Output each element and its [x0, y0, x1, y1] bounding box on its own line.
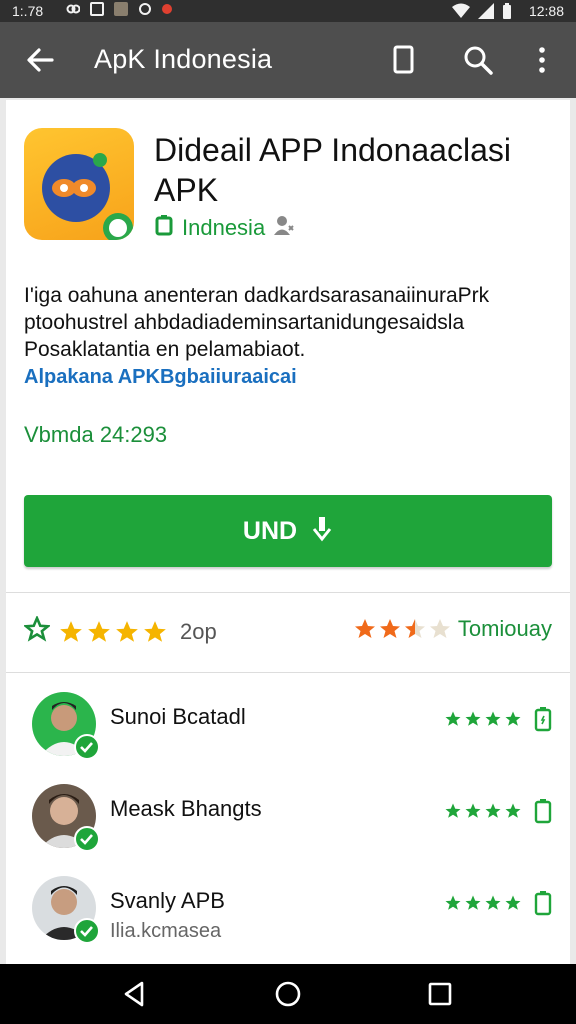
star-icon — [485, 895, 501, 910]
app-description: I'iga oahuna anenteran dadkardsarasanaii… — [24, 282, 544, 363]
rating-stars-orange — [353, 617, 452, 641]
star-icon — [445, 803, 461, 818]
divider — [6, 592, 570, 593]
rating-row: 2op Tomiouay — [22, 606, 552, 656]
star-icon — [144, 620, 166, 642]
developer-row[interactable]: Indnesia — [154, 214, 295, 241]
app-bar: ApK Indonesia — [0, 22, 576, 98]
reviewer-subtitle: Ilia.kcmasea — [110, 920, 222, 942]
review-item[interactable]: Sunoi Bcatadl — [32, 692, 552, 768]
signal-icon — [478, 3, 494, 22]
person-icon — [273, 214, 295, 241]
star-icon — [485, 711, 501, 726]
star-icon — [404, 619, 425, 638]
phone-icon — [534, 890, 552, 916]
photo-icon — [114, 2, 128, 16]
alert-dot-icon — [162, 4, 172, 14]
reviewer-name: Svanly APB — [110, 888, 225, 913]
nav-back-icon[interactable] — [118, 978, 150, 1010]
star-icon — [485, 803, 501, 818]
status-time-right: 12:88 — [528, 3, 564, 19]
verified-badge-icon — [74, 826, 100, 852]
reviewer-name: Sunoi Bcatadl — [110, 704, 246, 729]
sync-icon — [138, 2, 152, 16]
arrow-back-icon[interactable] — [22, 42, 58, 78]
app-logo-icon — [24, 128, 134, 240]
review-item[interactable]: Meask Bhangts — [32, 784, 552, 860]
star-outline-icon — [22, 614, 52, 647]
phone-icon — [534, 706, 552, 732]
status-time-left: 1:.78 — [12, 3, 44, 19]
review-stars — [444, 710, 522, 728]
verified-badge-icon — [74, 734, 100, 760]
status-icons-right — [452, 3, 512, 22]
star-icon — [445, 711, 461, 726]
developer-name[interactable]: Indnesia — [182, 215, 265, 241]
battery-icon — [502, 3, 512, 22]
app-title: Dideail APP Indonaaclasi APK — [154, 132, 511, 208]
star-icon — [354, 619, 375, 638]
review-stars — [444, 802, 522, 820]
nav-home-icon[interactable] — [272, 978, 304, 1010]
search-icon[interactable] — [460, 42, 496, 78]
star-icon — [88, 620, 110, 642]
star-icon — [465, 895, 481, 910]
status-icons-left — [66, 2, 172, 16]
description-line: I'iga oahuna anenteran dadkardsarasanaii… — [24, 284, 490, 307]
reviewer-name: Meask Bhangts — [110, 796, 262, 821]
phone-icon — [534, 798, 552, 824]
star-icon — [465, 803, 481, 818]
more-vert-icon[interactable] — [526, 42, 562, 78]
wifi-icon — [452, 3, 470, 22]
notification-square-icon — [90, 2, 104, 16]
star-icon — [505, 895, 521, 910]
rating-count: 2op — [180, 618, 217, 644]
review-stars — [444, 894, 522, 912]
star-icon — [116, 620, 138, 642]
rating-stars — [58, 619, 168, 645]
star-icon — [465, 711, 481, 726]
install-button-label: UND — [242, 516, 298, 545]
install-button[interactable]: UND — [24, 495, 552, 567]
download-icon — [311, 514, 333, 549]
star-icon — [429, 619, 450, 638]
description-line: Posaklatantia en pelamabiaot. — [24, 338, 306, 361]
review-item[interactable]: Svanly APB Ilia.kcmasea — [32, 876, 552, 952]
star-icon — [60, 620, 82, 642]
link-icon — [66, 2, 81, 16]
rating-right-label: Tomiouay — [457, 616, 552, 641]
description-line: ptoohustrel ahbdadiademinsartanidungesai… — [24, 311, 465, 334]
star-icon — [379, 619, 400, 638]
nav-recents-icon[interactable] — [424, 978, 456, 1010]
divider — [6, 672, 570, 673]
star-icon — [505, 711, 521, 726]
status-bar: 1:.78 12:88 — [0, 0, 576, 22]
rating-trend[interactable]: Tomiouay — [353, 616, 552, 642]
star-icon — [505, 803, 521, 818]
verified-icon — [154, 214, 174, 241]
app-bar-title: ApK Indonesia — [94, 44, 273, 74]
navigation-bar — [0, 964, 576, 1024]
app-detail-card: Dideail APP Indonaaclasi APK Indnesia I'… — [6, 100, 570, 968]
star-icon — [445, 895, 461, 910]
rating-summary[interactable]: 2op — [22, 614, 217, 647]
bookmark-icon[interactable] — [386, 42, 422, 78]
verified-badge-icon — [74, 918, 100, 944]
description-link[interactable]: Alpakana APKBgbaiiuraaicai — [24, 366, 297, 389]
version-label: Vbmda 24:293 — [24, 422, 168, 447]
